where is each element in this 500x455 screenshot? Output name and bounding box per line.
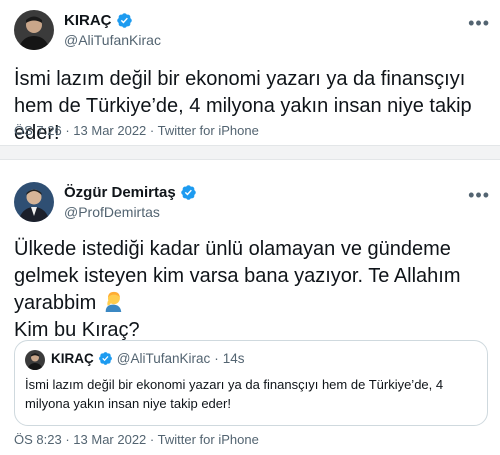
quoted-handle: @AliTufanKirac: [116, 351, 211, 366]
quoted-header: KIRAÇ @AliTufanKirac · 14s: [51, 351, 245, 366]
tweet-text-line: yarabbim: [14, 290, 488, 317]
tweet-meta: ÖS 7:26 · 13 Mar 2022 · Twitter for iPho…: [14, 123, 259, 138]
meta-separator: ·: [149, 123, 155, 138]
tweet-date[interactable]: 13 Mar 2022: [73, 123, 146, 138]
handle[interactable]: @ProfDemirtas: [64, 204, 160, 220]
quoted-display-name: KIRAÇ: [51, 351, 94, 366]
avatar[interactable]: [14, 10, 54, 50]
tweet-separator: [0, 145, 500, 160]
tweet-text: Ülkede istediği kadar ünlü olamayan ve g…: [14, 236, 488, 344]
more-icon[interactable]: •••: [468, 186, 490, 204]
author-row: Özgür Demirtaş: [64, 184, 197, 201]
author-row: KIRAÇ: [64, 12, 133, 29]
tweet-kirac: KIRAÇ @AliTufanKirac ••• İsmi lazım deği…: [0, 0, 500, 145]
avatar[interactable]: [14, 182, 54, 222]
handle[interactable]: @AliTufanKirac: [64, 32, 161, 48]
display-name[interactable]: KIRAÇ: [64, 12, 112, 29]
verified-badge-icon: [98, 352, 112, 365]
tweet-time[interactable]: ÖS 8:23: [14, 432, 62, 447]
avatar: [25, 350, 45, 370]
quoted-tweet[interactable]: KIRAÇ @AliTufanKirac · 14s İsmi lazım de…: [14, 340, 488, 426]
verified-badge-icon: [116, 13, 132, 28]
more-icon[interactable]: •••: [468, 14, 490, 32]
quoted-text: İsmi lazım değil bir ekonomi yazarı ya d…: [25, 377, 444, 411]
verified-badge-icon: [180, 185, 196, 200]
tweet-time[interactable]: ÖS 7:26: [14, 123, 62, 138]
quoted-time: 14s: [222, 351, 245, 366]
tweet-source[interactable]: Twitter for iPhone: [158, 123, 259, 138]
tweet-meta: ÖS 8:23 · 13 Mar 2022 · Twitter for iPho…: [14, 432, 259, 447]
tweet-text-line: gelmek isteyen kim varsa bana yazıyor. T…: [14, 265, 461, 287]
meta-separator: ·: [214, 351, 219, 366]
meta-separator: ·: [65, 123, 70, 138]
tweet-text-line: Ülkede istediği kadar ünlü olamayan ve g…: [14, 238, 451, 260]
tweet-demirtas: Özgür Demirtaş @ProfDemirtas ••• Ülkede …: [0, 160, 500, 455]
person-facepalming-emoji: [105, 291, 122, 312]
display-name[interactable]: Özgür Demirtaş: [64, 184, 176, 201]
tweet-source[interactable]: Twitter for iPhone: [158, 432, 259, 447]
meta-separator: ·: [149, 432, 155, 447]
meta-separator: ·: [65, 432, 70, 447]
tweet-text-segment: yarabbim: [14, 292, 97, 314]
tweet-date[interactable]: 13 Mar 2022: [73, 432, 146, 447]
